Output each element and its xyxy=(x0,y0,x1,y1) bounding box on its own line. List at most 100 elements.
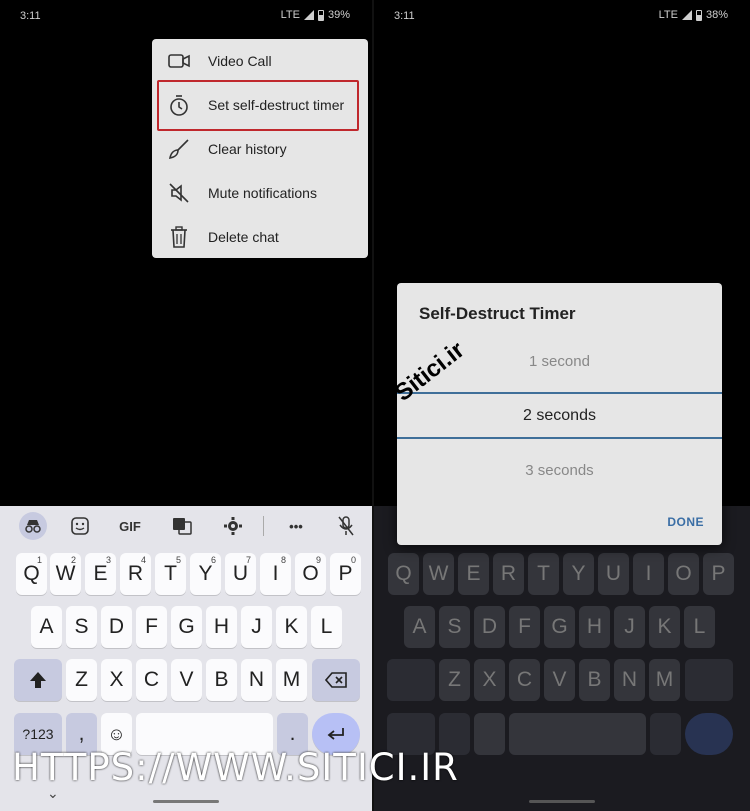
key-s[interactable]: S xyxy=(66,606,97,648)
key-h[interactable]: H xyxy=(206,606,237,648)
key-e[interactable]: E3 xyxy=(85,553,116,595)
key-r[interactable]: R4 xyxy=(120,553,151,595)
menu-item-delete-chat[interactable]: Delete chat xyxy=(152,215,368,259)
home-gesture-pill[interactable] xyxy=(153,800,219,803)
chat-options-menu: Video Call Set self-destruct timer Clear… xyxy=(152,39,368,258)
key-y[interactable]: Y6 xyxy=(190,553,221,595)
sticker-icon[interactable] xyxy=(68,514,92,538)
key-m[interactable]: M xyxy=(276,659,307,701)
key-t[interactable]: T5 xyxy=(155,553,186,595)
key-t: T xyxy=(528,553,559,595)
signal-icon xyxy=(681,10,692,20)
key-p[interactable]: P0 xyxy=(330,553,361,595)
key-g: G xyxy=(544,606,575,648)
key-o: O xyxy=(668,553,699,595)
space-bar xyxy=(509,713,646,755)
emoji-key xyxy=(474,713,505,755)
done-button[interactable]: DONE xyxy=(667,515,704,529)
key-z[interactable]: Z xyxy=(66,659,97,701)
key-b[interactable]: B xyxy=(206,659,237,701)
menu-item-mute-notifications[interactable]: Mute notifications xyxy=(152,171,368,215)
picker-top-line xyxy=(397,392,722,394)
key-a[interactable]: A xyxy=(31,606,62,648)
battery-icon xyxy=(317,9,324,21)
signal-icon xyxy=(303,10,314,20)
site-watermark: HTTPS://WWW.SITICI.IR xyxy=(12,746,459,789)
key-s: S xyxy=(439,606,470,648)
key-w[interactable]: W2 xyxy=(50,553,81,595)
dialog-title: Self-Destruct Timer xyxy=(419,304,576,323)
shift-key xyxy=(387,659,435,701)
key-f: F xyxy=(509,606,540,648)
battery-icon xyxy=(695,9,702,21)
key-n[interactable]: N xyxy=(241,659,272,701)
toolbar-divider xyxy=(263,516,264,536)
status-time: 3:11 xyxy=(394,10,415,22)
status-time: 3:11 xyxy=(20,10,41,22)
backspace-key[interactable] xyxy=(312,659,360,701)
option-3-seconds[interactable]: 3 seconds xyxy=(397,462,722,479)
shift-arrow-icon xyxy=(30,672,46,688)
option-2-seconds[interactable]: 2 seconds xyxy=(397,407,722,425)
key-i: I xyxy=(633,553,664,595)
left-screenshot: 3:11 LTE 39% Video Call Set self-destruc… xyxy=(0,0,372,811)
translate-icon[interactable] xyxy=(170,514,194,538)
key-d[interactable]: D xyxy=(101,606,132,648)
key-j[interactable]: J xyxy=(241,606,272,648)
shift-key[interactable] xyxy=(14,659,62,701)
home-gesture-pill[interactable] xyxy=(529,800,595,803)
key-j: J xyxy=(614,606,645,648)
key-o[interactable]: O9 xyxy=(295,553,326,595)
broom-icon xyxy=(167,137,191,161)
key-u: U xyxy=(598,553,629,595)
key-w: W xyxy=(423,553,454,595)
key-m: M xyxy=(649,659,680,701)
key-k[interactable]: K xyxy=(276,606,307,648)
key-i[interactable]: I8 xyxy=(260,553,291,595)
key-k: K xyxy=(649,606,680,648)
timer-icon xyxy=(167,93,191,117)
key-l: L xyxy=(684,606,715,648)
menu-item-clear-history[interactable]: Clear history xyxy=(152,127,368,171)
more-options-icon[interactable]: ••• xyxy=(284,514,308,538)
key-x[interactable]: X xyxy=(101,659,132,701)
status-bar: 3:11 LTE 39% xyxy=(0,0,372,30)
incognito-icon[interactable] xyxy=(19,512,47,540)
network-type: LTE xyxy=(280,9,300,21)
key-l[interactable]: L xyxy=(311,606,342,648)
battery-percent: 39% xyxy=(327,9,350,21)
status-bar: 3:11 LTE 38% xyxy=(374,0,750,30)
key-u[interactable]: U7 xyxy=(225,553,256,595)
settings-gear-icon[interactable] xyxy=(221,514,245,538)
key-q: Q xyxy=(388,553,419,595)
gif-button[interactable]: GIF xyxy=(115,514,145,538)
key-e: E xyxy=(458,553,489,595)
key-c[interactable]: C xyxy=(136,659,167,701)
key-b: B xyxy=(579,659,610,701)
key-p: P xyxy=(703,553,734,595)
network-type: LTE xyxy=(658,9,678,21)
menu-item-video-call[interactable]: Video Call xyxy=(152,39,368,83)
period-key xyxy=(650,713,681,755)
key-z: Z xyxy=(439,659,470,701)
key-v[interactable]: V xyxy=(171,659,202,701)
key-a: A xyxy=(404,606,435,648)
enter-arrow-icon xyxy=(327,728,344,740)
key-v: V xyxy=(544,659,575,701)
menu-item-self-destruct-timer[interactable]: Set self-destruct timer xyxy=(152,83,368,127)
key-g[interactable]: G xyxy=(171,606,202,648)
mic-off-icon[interactable] xyxy=(334,514,358,538)
keyboard-toolbar: GIF ••• xyxy=(0,506,372,546)
key-r: R xyxy=(493,553,524,595)
key-d: D xyxy=(474,606,505,648)
key-y: Y xyxy=(563,553,594,595)
video-camera-icon xyxy=(167,49,191,73)
backspace-icon xyxy=(325,672,347,688)
key-f[interactable]: F xyxy=(136,606,167,648)
key-x: X xyxy=(474,659,505,701)
battery-percent: 38% xyxy=(705,9,728,21)
speaker-muted-icon xyxy=(167,181,191,205)
key-c: C xyxy=(509,659,540,701)
key-q[interactable]: Q1 xyxy=(16,553,47,595)
trash-icon xyxy=(167,225,191,249)
